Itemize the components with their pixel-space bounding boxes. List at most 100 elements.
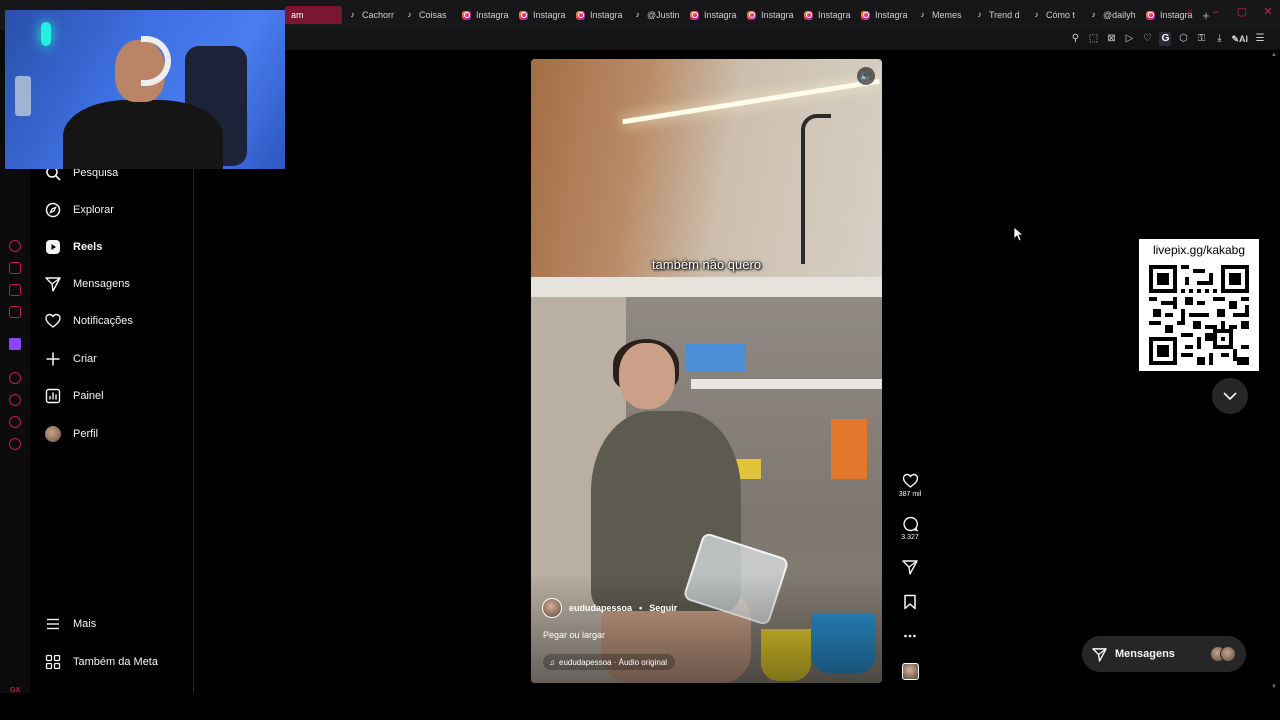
nav-item-messages[interactable]: Mensagens <box>44 273 130 295</box>
gx-control-icon[interactable] <box>9 240 21 252</box>
nav-item-more[interactable]: Mais <box>44 613 96 635</box>
puzzle-icon[interactable]: ⬡ <box>1177 32 1189 46</box>
tiktok-icon: ♪ <box>1091 10 1096 19</box>
qr-label: livepix.gg/kakabg <box>1152 243 1246 257</box>
nav-item-profile[interactable]: Perfil <box>44 423 98 445</box>
instagram-icon <box>576 10 585 20</box>
browser-tab[interactable]: ♪ @dailyh <box>1083 6 1140 24</box>
play-icon[interactable]: ▷ <box>1123 32 1135 46</box>
instagram-icon <box>462 10 471 20</box>
close-icon[interactable]: ✕ <box>1262 6 1274 18</box>
avatar <box>1220 646 1236 662</box>
tab-label: Instagra <box>476 10 509 20</box>
ellipsis-icon <box>904 634 916 638</box>
save-button[interactable] <box>895 594 925 612</box>
browser-tab[interactable]: Instagra <box>513 6 570 24</box>
browser-tab[interactable]: ♪ Coisas <box>399 6 456 24</box>
audio-link[interactable]: ♫ eududapessoa · Áudio original <box>543 654 676 670</box>
nav-item-dashboard[interactable]: Painel <box>44 385 104 407</box>
gx-news-icon[interactable] <box>9 306 21 318</box>
twitch-icon[interactable] <box>9 338 21 350</box>
like-button[interactable]: 387 mil <box>895 473 925 498</box>
nav-item-create[interactable]: Criar <box>44 348 97 370</box>
comment-count: 3.327 <box>901 534 919 541</box>
browser-tab[interactable]: Instagra <box>570 6 627 24</box>
extensions-icon[interactable] <box>9 416 21 428</box>
browser-tab[interactable]: ♪ Memes <box>912 6 969 24</box>
hamburger-icon <box>44 615 62 633</box>
instagram-icon <box>804 10 813 20</box>
nav-item-label: Criar <box>73 353 97 365</box>
tab-label: Instagra <box>818 10 851 20</box>
mute-button[interactable]: 🔈 <box>857 67 875 85</box>
tab-label: @Justin <box>647 10 680 20</box>
reel-video[interactable]: também não quero 🔈 eududapessoa • Seguir… <box>531 59 882 683</box>
browser-tab[interactable]: ♪ Cómo t <box>1026 6 1083 24</box>
download-icon[interactable]: ⤓ <box>1213 32 1225 46</box>
browser-tab[interactable]: Instagra <box>798 6 855 24</box>
tab-label: Instagra <box>875 10 908 20</box>
browser-toolbar: ⚲ ⬚ ⊠ ▷ ♡ G ⬡ ⚿ ⤓ ✎AI ☰ <box>285 30 1280 50</box>
messages-button[interactable]: Mensagens <box>1082 636 1246 672</box>
nav-item-explore[interactable]: Explorar <box>44 199 114 221</box>
instagram-icon <box>747 10 756 20</box>
browser-tab[interactable]: Instagra <box>456 6 513 24</box>
tab-label: Instagra <box>590 10 623 20</box>
browser-tab[interactable]: ♪ @Justin <box>627 6 684 24</box>
maximize-icon[interactable]: ▢ <box>1236 6 1248 18</box>
nav-item-reels[interactable]: Reels <box>44 236 102 258</box>
webcam-person-body <box>63 100 223 169</box>
bottom-bar <box>0 693 1280 720</box>
nav-item-label: Reels <box>73 241 103 253</box>
nav-item-also-from-meta[interactable]: Também da Meta <box>44 651 158 673</box>
avatar[interactable] <box>542 598 562 618</box>
browser-tab[interactable]: Instagra <box>741 6 798 24</box>
favorite-icon[interactable]: ♡ <box>1141 32 1153 46</box>
gx-player-icon[interactable] <box>9 284 21 296</box>
next-reel-button[interactable] <box>1212 378 1248 414</box>
audio-thumbnail[interactable] <box>902 663 919 680</box>
plus-icon <box>44 350 62 368</box>
window-controls: ⌕ – ▢ ✕ <box>1184 6 1274 18</box>
menu-icon[interactable]: ☰ <box>1254 32 1266 46</box>
share-button[interactable] <box>895 559 925 577</box>
minimize-icon[interactable]: – <box>1210 6 1222 18</box>
browser-tab[interactable]: ♪ Trend d <box>969 6 1026 24</box>
webcam-overlay <box>5 10 285 169</box>
history-icon[interactable] <box>9 394 21 406</box>
instagram-icon <box>690 10 699 20</box>
follow-button[interactable]: Seguir <box>649 603 677 613</box>
snapshot-icon[interactable]: ⬚ <box>1087 32 1099 46</box>
send-icon <box>1092 647 1107 662</box>
block-icon[interactable]: ⊠ <box>1105 32 1117 46</box>
search-tabs-icon[interactable]: ⌕ <box>1184 6 1196 18</box>
instagram-icon <box>861 10 870 20</box>
settings-icon[interactable] <box>9 438 21 450</box>
scroll-down-icon[interactable]: ▼ <box>1271 684 1277 690</box>
nav-item-label: Mais <box>73 618 97 630</box>
tiktok-icon: ♪ <box>350 10 355 19</box>
pin-icon[interactable]: ⚲ <box>1069 32 1081 46</box>
extension-g-icon[interactable]: G <box>1159 32 1172 46</box>
browser-tab[interactable]: ♪ Cachorr <box>342 6 399 24</box>
tab-label: Trend d <box>989 10 1020 20</box>
browser-tab[interactable]: Instagra <box>855 6 912 24</box>
page-scrollbar[interactable] <box>1270 50 1280 693</box>
wallet-icon[interactable]: ⚿ <box>1195 32 1207 46</box>
tab-label: Instagra <box>704 10 737 20</box>
instagram-icon <box>519 10 528 20</box>
username[interactable]: eududapessoa <box>569 603 632 613</box>
player-icon[interactable] <box>9 372 21 384</box>
scroll-up-icon[interactable]: ▲ <box>1271 52 1277 58</box>
nav-item-label: Explorar <box>73 204 114 216</box>
gx-corner-icon[interactable] <box>9 262 21 274</box>
browser-tab[interactable]: Instagra <box>684 6 741 24</box>
more-options-button[interactable] <box>895 628 925 646</box>
video-subtitle: também não quero <box>651 257 762 272</box>
nav-item-label: Mensagens <box>73 278 130 290</box>
reel-caption[interactable]: Pegar ou largar <box>543 630 605 640</box>
ai-button[interactable]: ✎AI <box>1231 32 1248 46</box>
nav-item-notifications[interactable]: Notificações <box>44 310 133 332</box>
browser-tab[interactable]: am <box>285 6 342 24</box>
comment-button[interactable]: 3.327 <box>895 516 925 541</box>
